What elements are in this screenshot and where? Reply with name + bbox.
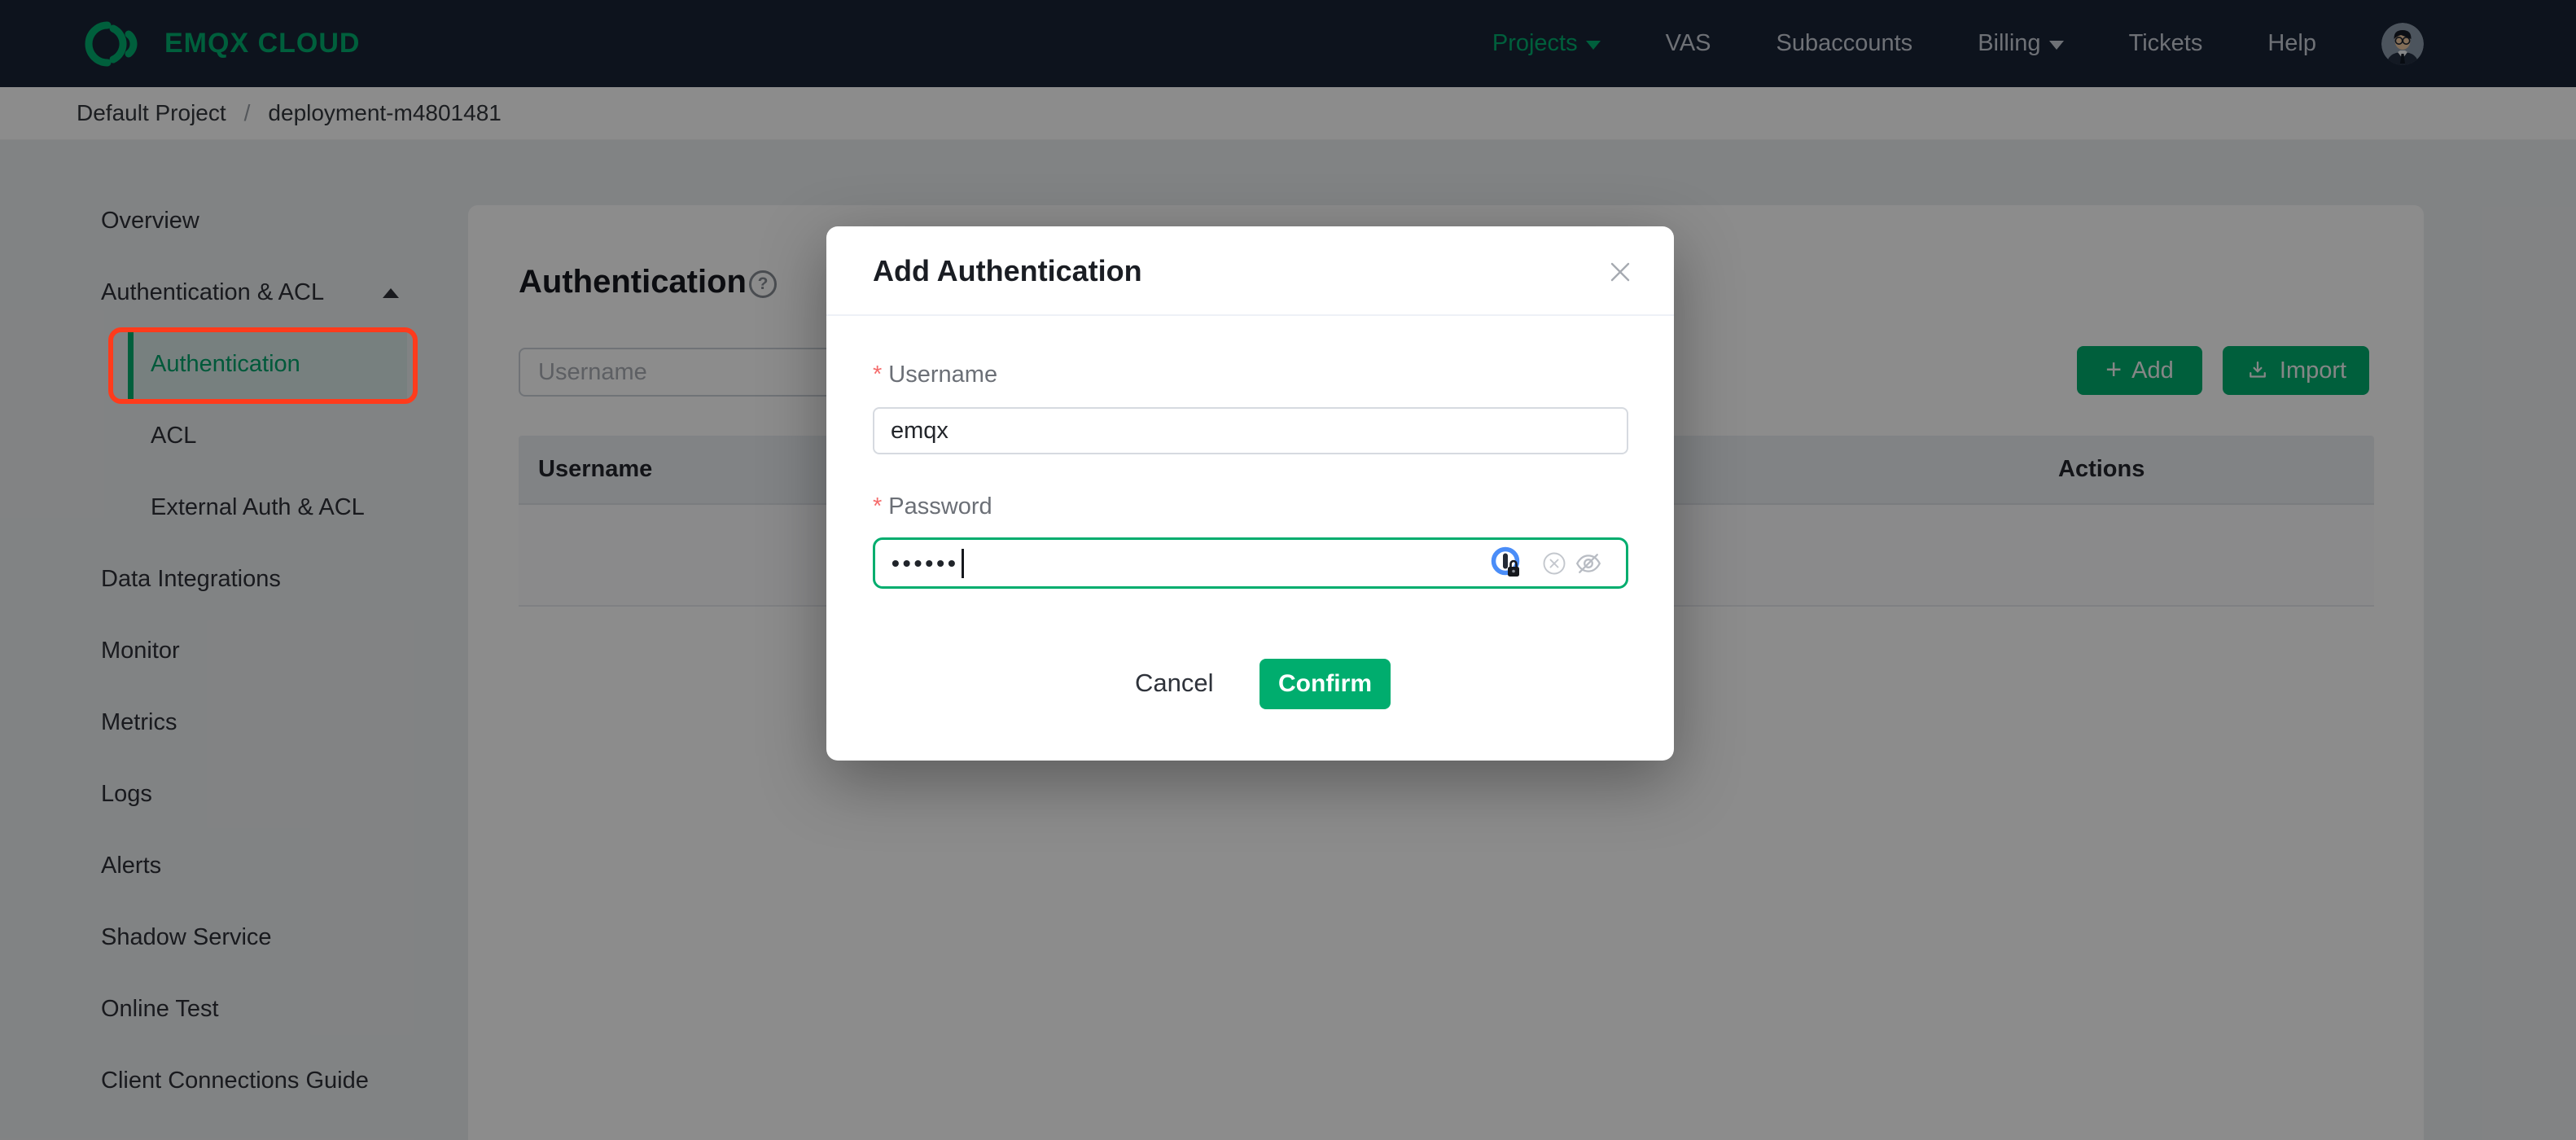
eye-off-icon[interactable] (1574, 549, 1603, 578)
modal-password-input[interactable]: •••••• (873, 537, 1628, 589)
clear-input-icon[interactable] (1543, 552, 1566, 575)
add-authentication-modal: Add Authentication *Username *Password •… (826, 226, 1674, 761)
username-field-label: * Username (873, 362, 998, 388)
modal-username-input[interactable] (873, 407, 1628, 454)
required-asterisk: * (873, 493, 883, 520)
text-cursor (961, 548, 964, 578)
close-icon[interactable] (1606, 257, 1635, 287)
modal-header: Add Authentication (826, 226, 1674, 316)
password-field-label: * Password (873, 493, 992, 520)
required-asterisk: * (873, 362, 883, 388)
password-masked-value: •••••• (892, 550, 959, 576)
password-manager-icon[interactable] (1490, 546, 1522, 581)
confirm-button[interactable]: Confirm (1260, 659, 1391, 709)
emqx-cloud-console: EMQX CLOUD Projects VAS Subaccounts Bill… (0, 0, 2576, 1140)
cancel-button[interactable]: Cancel (1135, 669, 1214, 698)
modal-title: Add Authentication (873, 254, 1142, 287)
